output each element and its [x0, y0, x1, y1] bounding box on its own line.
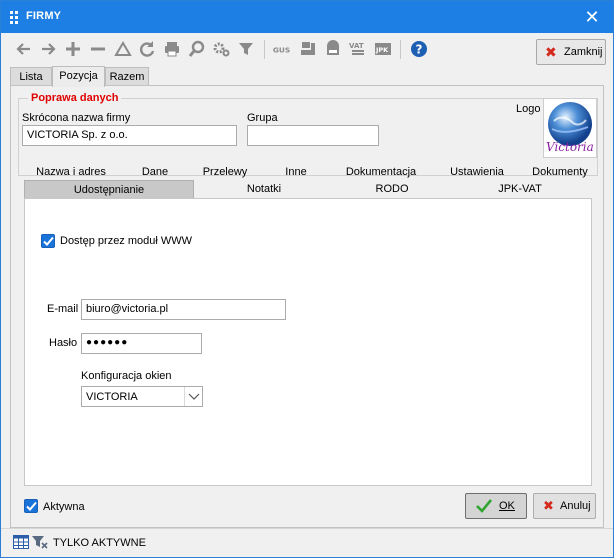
svg-text:VAT: VAT — [349, 42, 364, 50]
active-checkbox[interactable] — [24, 499, 38, 513]
tab-notatki[interactable]: Notatki — [214, 180, 314, 199]
gear-icon[interactable] — [212, 40, 230, 58]
close-icon: ✖ — [545, 44, 557, 60]
password-input[interactable]: ●●●●●● — [81, 333, 202, 354]
refresh-icon[interactable] — [138, 40, 156, 58]
status-bar: TYLKO AKTYWNE — [1, 528, 613, 557]
toolbar-separator — [264, 40, 265, 59]
chevron-down-icon[interactable] — [184, 387, 202, 406]
logo-label: Logo — [516, 103, 541, 115]
window-config-label: Konfiguracja okien — [81, 370, 172, 382]
www-access-checkbox[interactable] — [41, 234, 55, 248]
filter-active-icon[interactable] — [31, 534, 49, 550]
main-panel: Poprawa danych Skrócona nazwa firmy VICT… — [10, 85, 604, 528]
short-name-label: Skrócona nazwa firmy — [22, 112, 131, 124]
inner-tabs-row1: Nazwa i adres Dane Przelewy Inne Dokumen… — [24, 164, 592, 181]
vat-icon[interactable]: VAT — [349, 40, 367, 58]
app-icon — [10, 11, 20, 24]
arrow-left-icon[interactable] — [15, 40, 33, 58]
tab-przelewy[interactable]: Przelewy — [190, 164, 260, 181]
ok-button-label: OK — [499, 500, 515, 512]
cancel-button-label: Anuluj — [560, 500, 591, 512]
window-close-button[interactable]: ✕ — [581, 6, 603, 28]
group-input[interactable] — [247, 125, 379, 146]
section-title: Poprawa danych — [28, 92, 122, 104]
status-filter-text: TYLKO AKTYWNE — [53, 537, 146, 549]
tab-inne[interactable]: Inne — [276, 164, 316, 181]
zoom-icon[interactable] — [188, 40, 206, 58]
tab-nazwa-i-adres[interactable]: Nazwa i adres — [24, 164, 118, 181]
active-label: Aktywna — [43, 501, 85, 513]
group-label: Grupa — [247, 112, 278, 124]
minus-icon[interactable] — [89, 40, 107, 58]
arrow-right-icon[interactable] — [39, 40, 57, 58]
svg-text:JPK: JPK — [375, 46, 389, 54]
checkmark-icon — [476, 498, 493, 517]
tab-lista[interactable]: Lista — [10, 67, 52, 86]
logo-image[interactable]: Victoria — [543, 98, 597, 158]
svg-text:?: ? — [416, 43, 423, 57]
window-config-select[interactable]: VICTORIA — [81, 386, 203, 407]
tab-dane[interactable]: Dane — [128, 164, 182, 181]
email-label: E-mail — [47, 303, 79, 315]
plus-icon[interactable] — [64, 40, 82, 58]
tab-udostepnianie[interactable]: Udostępnianie — [24, 180, 194, 199]
email-input[interactable]: biuro@victoria.pl — [81, 299, 286, 320]
tab-razem[interactable]: Razem — [105, 67, 149, 86]
logo-text: Victoria — [546, 140, 594, 154]
firmy-window: FIRMY ✕ GUS VAT JPK ? ✖ Zamknij Lista Po… — [0, 0, 614, 558]
cancel-button[interactable]: ✖ Anuluj — [533, 493, 596, 519]
inner-tabs-row2: Udostępnianie Notatki RODO JPK-VAT — [24, 180, 592, 199]
sharing-panel: Dostęp przez moduł WWW E-mail biuro@vict… — [24, 198, 592, 486]
window-config-value: VICTORIA — [86, 391, 138, 403]
cancel-icon: ✖ — [543, 498, 554, 513]
close-button[interactable]: ✖ Zamknij — [536, 39, 606, 65]
tab-ustawienia[interactable]: Ustawienia — [436, 164, 518, 181]
table-grid-icon[interactable] — [13, 535, 29, 549]
jpk-icon[interactable]: JPK — [374, 40, 392, 58]
toolbar: GUS VAT JPK ? — [1, 34, 613, 68]
tab-dokumentacja[interactable]: Dokumentacja — [334, 164, 428, 181]
window-title: FIRMY — [26, 10, 62, 22]
toolbar-separator — [400, 40, 401, 59]
tab-rodo[interactable]: RODO — [342, 180, 442, 199]
help-icon[interactable]: ? — [410, 40, 428, 58]
title-bar: FIRMY ✕ — [1, 1, 613, 33]
save-disk-icon[interactable] — [324, 40, 342, 58]
short-name-input[interactable]: VICTORIA Sp. z o.o. — [22, 125, 237, 146]
filter-icon[interactable] — [237, 40, 255, 58]
tab-jpk-vat[interactable]: JPK-VAT — [470, 180, 570, 199]
gus-icon[interactable]: GUS — [272, 40, 294, 58]
close-button-label: Zamknij — [564, 46, 603, 58]
tab-pozycja[interactable]: Pozycja — [52, 66, 105, 87]
www-access-label: Dostęp przez moduł WWW — [60, 235, 193, 247]
stamp-icon[interactable] — [299, 40, 317, 58]
triangle-icon[interactable] — [114, 40, 132, 58]
svg-text:GUS: GUS — [273, 45, 290, 54]
tab-dokumenty[interactable]: Dokumenty — [522, 164, 598, 181]
ok-button[interactable]: OK — [465, 493, 527, 519]
print-icon[interactable] — [163, 40, 181, 58]
password-label: Hasło — [49, 337, 78, 349]
